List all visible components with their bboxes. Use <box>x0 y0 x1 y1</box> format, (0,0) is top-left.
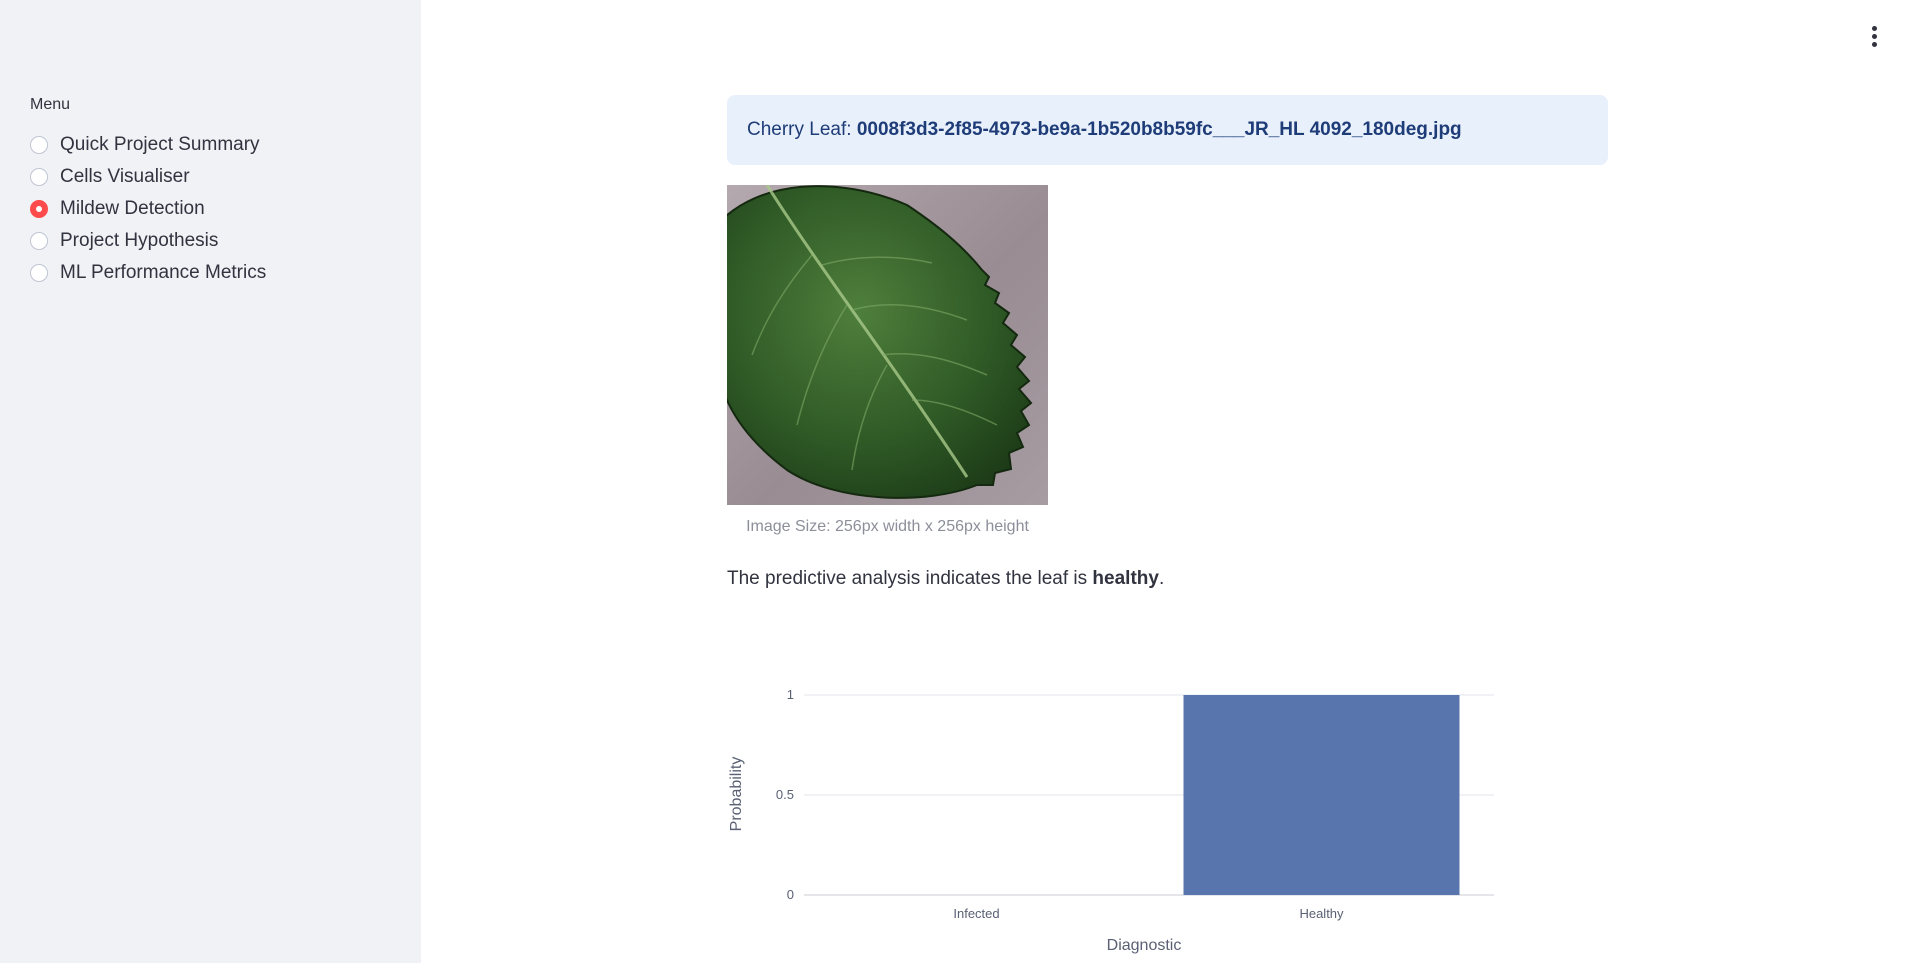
menu-item-label: Quick Project Summary <box>60 134 260 155</box>
x-tick-label: Healthy <box>1299 906 1344 921</box>
menu-item-quick-project-summary[interactable]: Quick Project Summary <box>30 129 266 161</box>
x-tick-label: Infected <box>953 906 999 921</box>
kebab-dot <box>1871 33 1877 39</box>
sidebar: Menu Quick Project Summary Cells Visuali… <box>0 0 421 963</box>
chart-y-axis-label: Probability <box>728 757 745 832</box>
result-prefix: The predictive analysis indicates the le… <box>727 568 1093 589</box>
menu-item-label: Project Hypothesis <box>60 230 219 251</box>
menu-item-cells-visualiser[interactable]: Cells Visualiser <box>30 161 266 193</box>
menu-item-label: ML Performance Metrics <box>60 262 267 283</box>
menu-item-label: Cells Visualiser <box>60 166 190 187</box>
radio-button[interactable] <box>30 232 48 250</box>
info-prefix: Cherry Leaf: <box>747 119 857 140</box>
radio-button-selected[interactable] <box>30 200 48 218</box>
leaf-image <box>727 185 1048 505</box>
chart-y-ticks: 00.51 <box>776 687 794 902</box>
radio-button[interactable] <box>30 136 48 154</box>
radio-button[interactable] <box>30 168 48 186</box>
chart-x-axis-label: Diagnostic <box>1107 937 1182 954</box>
y-tick-label: 0.5 <box>776 787 794 802</box>
y-tick-label: 1 <box>787 687 794 702</box>
chart-x-ticks: Infected Healthy <box>953 906 1344 921</box>
radio-button[interactable] <box>30 264 48 282</box>
chart-bars <box>1183 695 1460 895</box>
kebab-menu-icon[interactable] <box>1866 24 1882 48</box>
info-alert: Cherry Leaf: 0008f3d3-2f85-4973-be9a-1b5… <box>727 95 1608 165</box>
menu-radio-group: Quick Project Summary Cells Visualiser M… <box>30 129 266 289</box>
result-suffix: . <box>1158 568 1165 589</box>
result-value: healthy <box>1092 568 1159 589</box>
menu-title: Menu <box>30 96 71 113</box>
bar-healthy[interactable] <box>1183 695 1460 895</box>
image-caption: Image Size: 256px width x 256px height <box>746 518 1029 535</box>
kebab-dot <box>1871 25 1877 31</box>
y-tick-label: 0 <box>787 887 794 902</box>
leaf-illustration <box>727 185 1033 499</box>
menu-item-ml-performance-metrics[interactable]: ML Performance Metrics <box>30 257 266 289</box>
kebab-dot <box>1871 41 1877 47</box>
menu-item-project-hypothesis[interactable]: Project Hypothesis <box>30 225 266 257</box>
menu-item-label: Mildew Detection <box>60 198 205 219</box>
probability-bar-chart: 00.51 Infected Healthy Probability Diagno… <box>728 687 1494 954</box>
info-filename: 0008f3d3-2f85-4973-be9a-1b520b8b59fc___J… <box>856 119 1462 140</box>
menu-item-mildew-detection[interactable]: Mildew Detection <box>30 193 266 225</box>
prediction-result: The predictive analysis indicates the le… <box>727 568 1164 590</box>
